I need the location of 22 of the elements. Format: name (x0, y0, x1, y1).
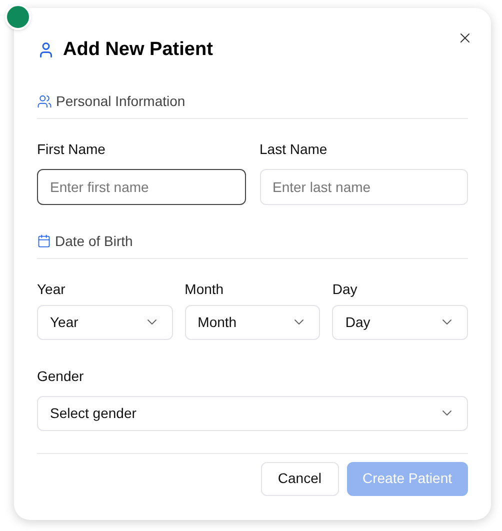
calendar-icon (37, 234, 51, 248)
field-label: Year (37, 280, 66, 298)
select-value: Year (50, 312, 78, 332)
dialog-title: Add New Patient (63, 38, 213, 62)
section-heading: Personal Information (56, 92, 186, 110)
select-field[interactable]: Month (184, 304, 320, 340)
field-label: First Name (37, 140, 106, 158)
users-icon (37, 94, 52, 108)
select-field[interactable]: Day (332, 304, 468, 340)
text-field[interactable]: Enter first name (37, 168, 246, 204)
select-value: Day (345, 312, 370, 332)
section-heading: Date of Birth (55, 232, 133, 250)
field-label: Day (332, 280, 358, 299)
user-icon (37, 41, 55, 60)
field-label: Last Name (260, 140, 328, 158)
select-value: Month (198, 312, 237, 332)
select-value: Select gender (50, 404, 136, 423)
field-label: Gender (37, 366, 85, 386)
field-label: Month (184, 280, 225, 298)
cancel-button[interactable]: Cancel (260, 462, 338, 496)
select-field[interactable]: Year (37, 304, 173, 340)
select-field[interactable]: Select gender (37, 396, 468, 430)
